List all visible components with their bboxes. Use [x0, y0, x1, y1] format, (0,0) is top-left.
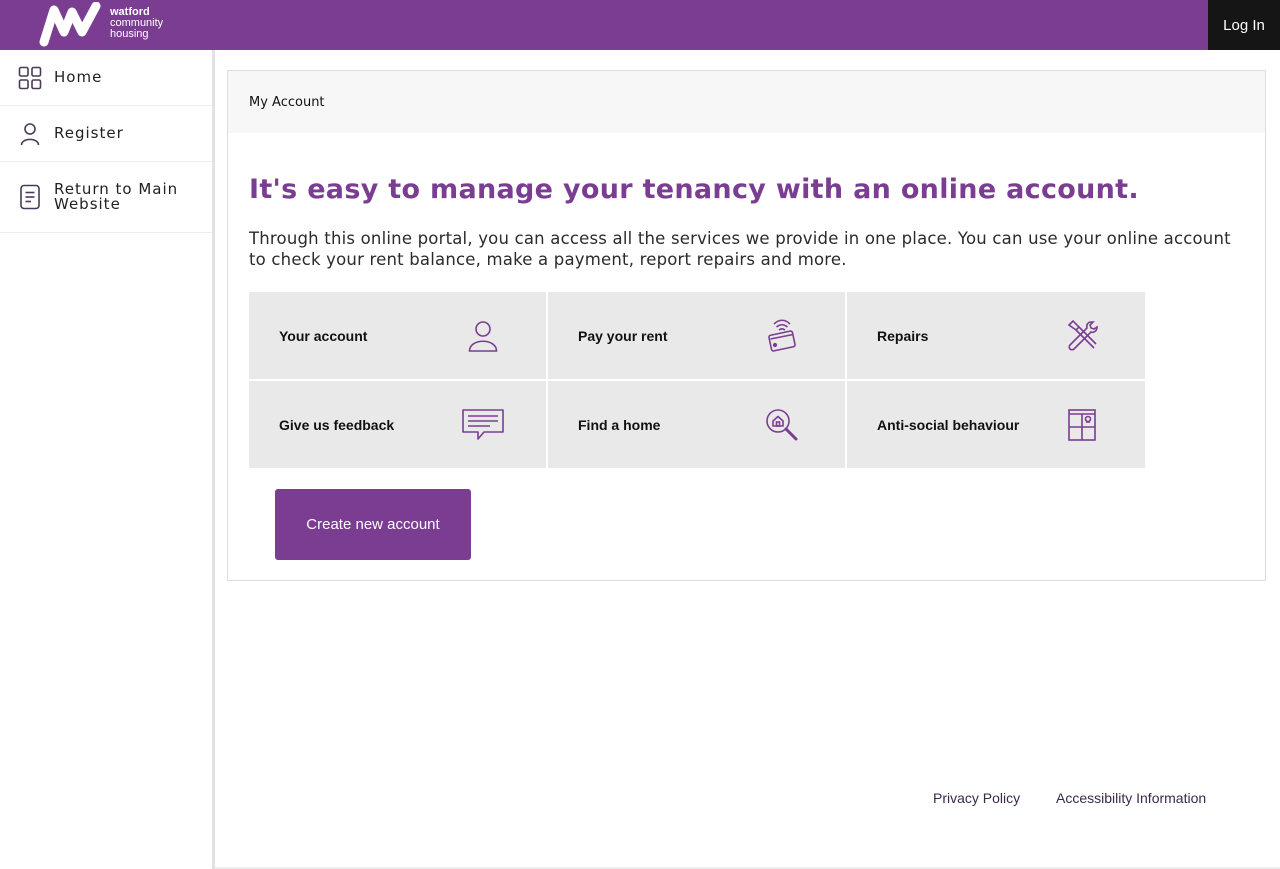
logo-text: watford community housing — [110, 7, 163, 40]
window-icon — [1059, 405, 1105, 445]
speech-bubble-icon — [460, 405, 506, 445]
logo-line-3: housing — [110, 28, 149, 40]
tile-anti-social-behaviour[interactable]: Anti-social behaviour — [847, 381, 1145, 468]
tile-label: Pay your rent — [578, 327, 668, 344]
contactless-card-icon — [759, 316, 805, 356]
tile-label: Give us feedback — [279, 416, 395, 433]
tile-repairs[interactable]: Repairs — [847, 292, 1145, 379]
service-tiles: Your account Pay your rent Repairs Give … — [249, 292, 1145, 468]
intro-text: Through this online portal, you can acce… — [249, 229, 1231, 269]
tile-label: Your account — [279, 327, 368, 344]
sidebar: Home Register Return to Main Website — [0, 50, 215, 869]
sidebar-item-home[interactable]: Home — [0, 50, 212, 106]
tile-label: Find a home — [578, 416, 661, 433]
tile-give-us-feedback[interactable]: Give us feedback — [249, 381, 546, 468]
sidebar-item-return-to-main-website[interactable]: Return to Main Website — [0, 162, 212, 233]
accessibility-information-link[interactable]: Accessibility Information — [1056, 790, 1206, 806]
login-button[interactable]: Log In — [1208, 0, 1280, 50]
tile-label: Repairs — [877, 327, 929, 344]
person-icon — [460, 316, 506, 356]
tile-your-account[interactable]: Your account — [249, 292, 546, 379]
create-new-account-button[interactable]: Create new account — [275, 489, 471, 560]
document-icon — [18, 184, 42, 210]
panel-title: My Account — [228, 71, 1265, 133]
tile-label: Anti-social behaviour — [877, 416, 1020, 433]
tools-icon — [1059, 316, 1105, 356]
privacy-policy-link[interactable]: Privacy Policy — [933, 790, 1020, 806]
sidebar-item-label: Register — [54, 124, 124, 142]
page-headline: It's easy to manage your tenancy with an… — [249, 174, 1139, 205]
sidebar-item-label: Return to Main Website — [54, 180, 179, 213]
my-account-panel: My Account It's easy to manage your tena… — [227, 70, 1266, 581]
person-icon — [18, 122, 42, 146]
house-search-icon — [759, 405, 805, 445]
tile-find-a-home[interactable]: Find a home — [548, 381, 845, 468]
sidebar-item-register[interactable]: Register — [0, 106, 212, 162]
top-header: watford community housing Log In — [0, 0, 1280, 50]
grid-icon — [18, 66, 42, 90]
tile-pay-your-rent[interactable]: Pay your rent — [548, 292, 845, 379]
sidebar-item-label: Home — [54, 68, 103, 86]
